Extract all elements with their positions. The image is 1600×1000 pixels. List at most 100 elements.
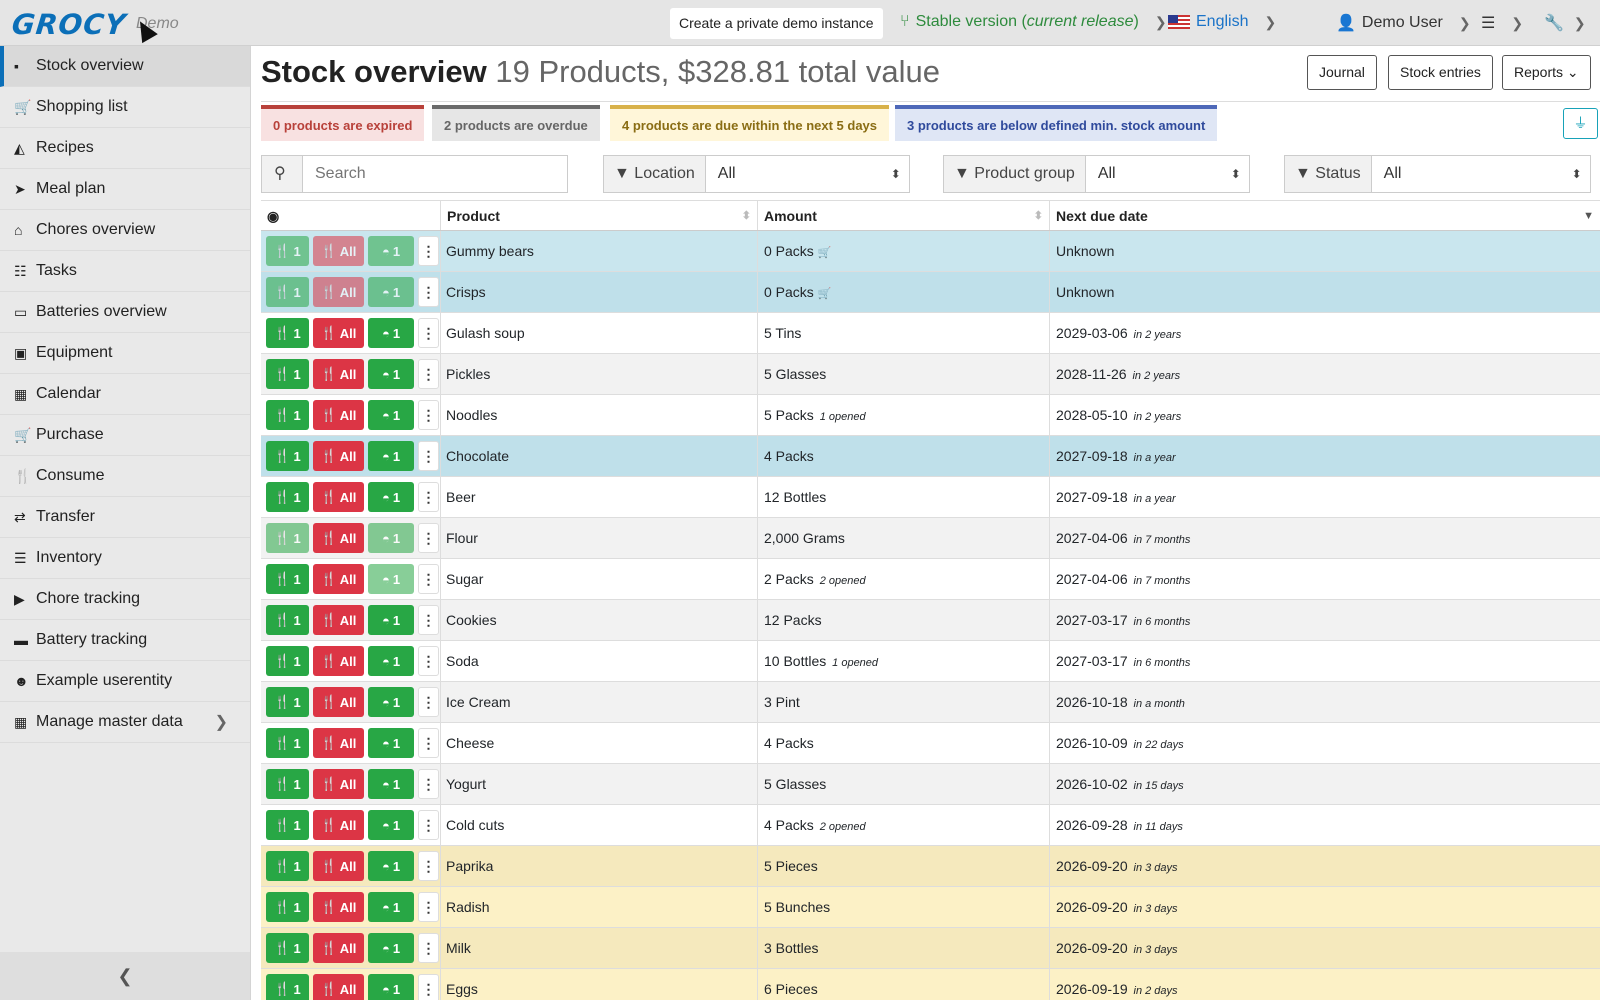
open-one-button[interactable]: ◓ 1 <box>368 769 414 799</box>
more-options-button[interactable]: ⋮ <box>418 359 439 389</box>
sidebar-item-calendar[interactable]: ▦ Calendar <box>0 374 250 415</box>
product-name[interactable]: Yogurt <box>441 764 758 804</box>
product-name[interactable]: Beer <box>441 477 758 517</box>
open-one-button[interactable]: ◓ 1 <box>368 605 414 635</box>
consume-all-button[interactable]: 🍴 All <box>313 646 364 676</box>
open-one-button[interactable]: ◓ 1 <box>368 810 414 840</box>
overdue-status-badge[interactable]: 2 products are overdue <box>432 105 600 141</box>
sidebar-item-manage-master-data[interactable]: ▦ Manage master data ❯ <box>0 702 250 743</box>
cart-icon[interactable]: 🛒 <box>818 288 832 300</box>
more-options-button[interactable]: ⋮ <box>418 605 439 635</box>
sidebar-item-stock-overview[interactable]: ▪ Stock overview <box>0 46 250 87</box>
consume-all-button[interactable]: 🍴 All <box>313 277 364 307</box>
product-name[interactable]: Sugar <box>441 559 758 599</box>
column-header-product[interactable]: Product ⬍ <box>441 201 758 230</box>
consume-all-button[interactable]: 🍴 All <box>313 441 364 471</box>
consume-all-button[interactable]: 🍴 All <box>313 851 364 881</box>
more-options-button[interactable]: ⋮ <box>418 441 439 471</box>
consume-one-button[interactable]: 🍴 1 <box>266 769 309 799</box>
consume-one-button[interactable]: 🍴 1 <box>266 892 309 922</box>
consume-one-button[interactable]: 🍴 1 <box>266 851 309 881</box>
product-name[interactable]: Crisps <box>441 272 758 312</box>
product-name[interactable]: Gulash soup <box>441 313 758 353</box>
sidebar-item-transfer[interactable]: ⇄ Transfer <box>0 497 250 538</box>
consume-one-button[interactable]: 🍴 1 <box>266 318 309 348</box>
consume-all-button[interactable]: 🍴 All <box>313 523 364 553</box>
consume-all-button[interactable]: 🍴 All <box>313 892 364 922</box>
product-name[interactable]: Paprika <box>441 846 758 886</box>
open-one-button[interactable]: ◓ 1 <box>368 564 414 594</box>
product-name[interactable]: Noodles <box>441 395 758 435</box>
more-options-button[interactable]: ⋮ <box>418 564 439 594</box>
more-options-button[interactable]: ⋮ <box>418 769 439 799</box>
consume-all-button[interactable]: 🍴 All <box>313 359 364 389</box>
open-one-button[interactable]: ◓ 1 <box>368 359 414 389</box>
product-name[interactable]: Milk <box>441 928 758 968</box>
consume-one-button[interactable]: 🍴 1 <box>266 646 309 676</box>
product-name[interactable]: Ice Cream <box>441 682 758 722</box>
open-one-button[interactable]: ◓ 1 <box>368 728 414 758</box>
settings-menu[interactable]: ☰ ❯ <box>1481 13 1523 33</box>
create-demo-instance-button[interactable]: Create a private demo instance <box>670 8 883 39</box>
consume-one-button[interactable]: 🍴 1 <box>266 687 309 717</box>
column-header-next-due-date[interactable]: Next due date ▼ <box>1050 201 1600 230</box>
open-one-button[interactable]: ◓ 1 <box>368 400 414 430</box>
language-menu[interactable]: English ❯ <box>1168 13 1276 31</box>
sidebar-item-recipes[interactable]: ◭ Recipes <box>0 128 250 169</box>
product-group-select[interactable]: All <box>1085 155 1250 193</box>
due-soon-status-badge[interactable]: 4 products are due within the next 5 day… <box>610 105 890 141</box>
sidebar-item-chores-overview[interactable]: ⌂ Chores overview <box>0 210 250 251</box>
product-name[interactable]: Chocolate <box>441 436 758 476</box>
more-options-button[interactable]: ⋮ <box>418 933 439 963</box>
sidebar-collapse-button[interactable]: ❮ <box>0 952 250 1000</box>
consume-one-button[interactable]: 🍴 1 <box>266 564 309 594</box>
more-options-button[interactable]: ⋮ <box>418 974 439 1000</box>
consume-all-button[interactable]: 🍴 All <box>313 933 364 963</box>
reports-button[interactable]: Reports ⌄ <box>1502 55 1591 90</box>
grocy-logo[interactable]: GROCY <box>10 8 128 41</box>
consume-one-button[interactable]: 🍴 1 <box>266 728 309 758</box>
tools-menu[interactable]: 🔧 ❯ <box>1544 13 1586 33</box>
open-one-button[interactable]: ◓ 1 <box>368 974 414 1000</box>
more-options-button[interactable]: ⋮ <box>418 728 439 758</box>
open-one-button[interactable]: ◓ 1 <box>368 851 414 881</box>
consume-all-button[interactable]: 🍴 All <box>313 687 364 717</box>
sidebar-item-inventory[interactable]: ☰ Inventory <box>0 538 250 579</box>
consume-all-button[interactable]: 🍴 All <box>313 810 364 840</box>
consume-one-button[interactable]: 🍴 1 <box>266 933 309 963</box>
product-name[interactable]: Soda <box>441 641 758 681</box>
consume-one-button[interactable]: 🍴 1 <box>266 974 309 1000</box>
more-options-button[interactable]: ⋮ <box>418 687 439 717</box>
more-options-button[interactable]: ⋮ <box>418 482 439 512</box>
more-options-button[interactable]: ⋮ <box>418 851 439 881</box>
column-header-amount[interactable]: Amount ⬍ <box>758 201 1050 230</box>
version-menu[interactable]: ⑂ Stable version (current release) ❯ <box>900 13 1167 31</box>
consume-one-button[interactable]: 🍴 1 <box>266 277 309 307</box>
more-options-button[interactable]: ⋮ <box>418 318 439 348</box>
open-one-button[interactable]: ◓ 1 <box>368 687 414 717</box>
more-options-button[interactable]: ⋮ <box>418 277 439 307</box>
open-one-button[interactable]: ◓ 1 <box>368 236 414 266</box>
more-options-button[interactable]: ⋮ <box>418 236 439 266</box>
consume-all-button[interactable]: 🍴 All <box>313 482 364 512</box>
product-name[interactable]: Radish <box>441 887 758 927</box>
location-select[interactable]: All <box>705 155 910 193</box>
consume-one-button[interactable]: 🍴 1 <box>266 523 309 553</box>
product-name[interactable]: Gummy bears <box>441 231 758 271</box>
open-one-button[interactable]: ◓ 1 <box>368 892 414 922</box>
stock-entries-button[interactable]: Stock entries <box>1388 55 1493 90</box>
product-name[interactable]: Cookies <box>441 600 758 640</box>
consume-one-button[interactable]: 🍴 1 <box>266 400 309 430</box>
open-one-button[interactable]: ◓ 1 <box>368 933 414 963</box>
product-name[interactable]: Eggs <box>441 969 758 1000</box>
filter-toggle-button[interactable]: ⏚ <box>1563 108 1598 139</box>
user-menu[interactable]: 👤 Demo User ❯ <box>1336 13 1471 33</box>
consume-one-button[interactable]: 🍴 1 <box>266 359 309 389</box>
sidebar-item-example-userentity[interactable]: ☻ Example userentity <box>0 661 250 702</box>
journal-button[interactable]: Journal <box>1307 55 1377 90</box>
sidebar-item-batteries-overview[interactable]: ▭ Batteries overview <box>0 292 250 333</box>
open-one-button[interactable]: ◓ 1 <box>368 646 414 676</box>
open-one-button[interactable]: ◓ 1 <box>368 523 414 553</box>
sidebar-item-shopping-list[interactable]: 🛒 Shopping list <box>0 87 250 128</box>
below-min-stock-badge[interactable]: 3 products are below defined min. stock … <box>895 105 1218 141</box>
